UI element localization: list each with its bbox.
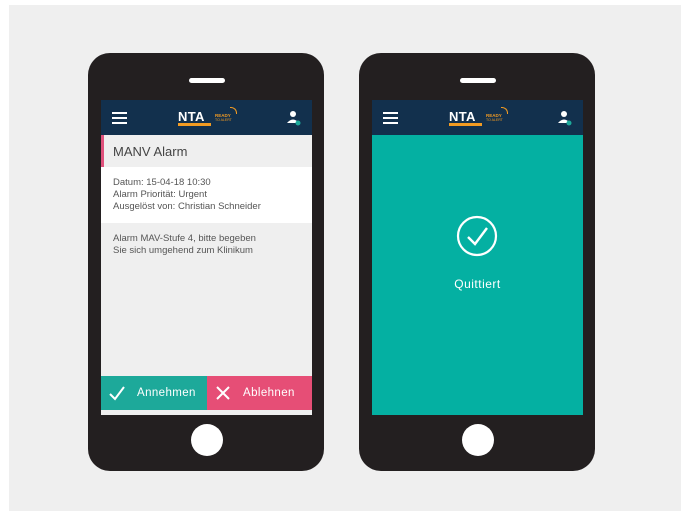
logo-text: NTA xyxy=(449,109,476,124)
phone-speaker xyxy=(460,78,496,83)
signal-icon xyxy=(501,107,508,114)
confirmed-screen: NTA READY TO ALERT Quittiert xyxy=(372,100,583,415)
phone-speaker xyxy=(189,78,225,83)
phone-confirmed: NTA READY TO ALERT Quittiert xyxy=(359,53,595,471)
alarm-message: Alarm MAV-Stufe 4, bitte begeben Sie sic… xyxy=(113,233,256,256)
alarm-triggered-by: Ausgelöst von: Christian Schneider xyxy=(113,201,261,212)
logo-text: NTA xyxy=(178,109,205,124)
confirmed-status: Quittiert xyxy=(454,277,501,291)
menu-icon[interactable] xyxy=(112,112,127,124)
alarm-title: MANV Alarm xyxy=(113,144,188,159)
home-button[interactable] xyxy=(191,424,223,456)
reject-button[interactable]: Ablehnen xyxy=(207,376,312,410)
user-icon[interactable] xyxy=(558,110,572,126)
alarm-priority: Alarm Priorität: Urgent xyxy=(113,189,207,200)
check-icon xyxy=(109,386,125,401)
confirmed-panel: Quittiert xyxy=(372,135,583,415)
reject-label: Ablehnen xyxy=(243,387,295,399)
logo-subtagline: TO ALERT xyxy=(486,118,503,122)
alarm-screen: NTA READY TO ALERT MANV Alarm Datum: 15-… xyxy=(101,100,312,415)
alarm-details: Datum: 15-04-18 10:30 Alarm Priorität: U… xyxy=(101,167,312,223)
check-circle-icon xyxy=(456,215,498,257)
user-icon[interactable] xyxy=(287,110,301,126)
alarm-date: Datum: 15-04-18 10:30 xyxy=(113,177,211,188)
background-panel: NTA READY TO ALERT MANV Alarm Datum: 15-… xyxy=(9,5,681,511)
logo-underline xyxy=(449,123,482,126)
close-icon xyxy=(216,386,230,400)
menu-icon[interactable] xyxy=(383,112,398,124)
logo-subtagline: TO ALERT xyxy=(215,118,232,122)
accept-button[interactable]: Annehmen xyxy=(101,376,207,410)
phone-alarm: NTA READY TO ALERT MANV Alarm Datum: 15-… xyxy=(88,53,324,471)
top-navbar: NTA READY TO ALERT xyxy=(101,100,312,135)
top-navbar: NTA READY TO ALERT xyxy=(372,100,583,135)
home-button[interactable] xyxy=(462,424,494,456)
signal-icon xyxy=(230,107,237,114)
logo-underline xyxy=(178,123,211,126)
accept-label: Annehmen xyxy=(137,387,196,399)
alarm-title-row[interactable]: MANV Alarm xyxy=(101,135,312,167)
